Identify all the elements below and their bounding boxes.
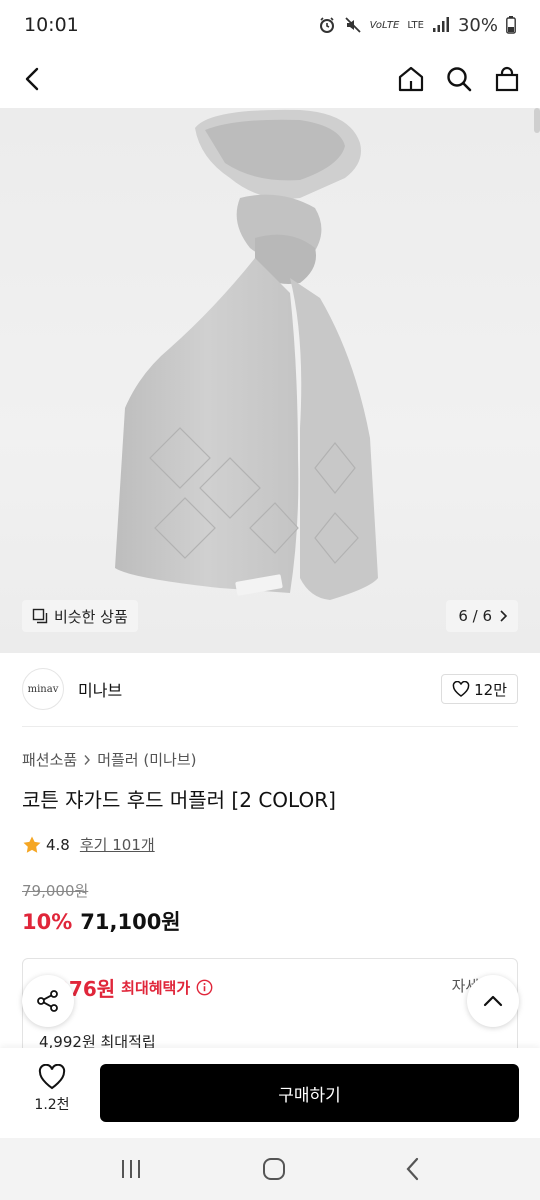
volte-icon: VoLTE <box>369 19 400 31</box>
share-button[interactable] <box>22 975 74 1027</box>
breadcrumb: 패션소품 머플러 (미나브) <box>22 749 196 770</box>
scarf-product-image <box>115 109 378 600</box>
benefit-label: 최대혜택가 <box>121 979 191 997</box>
breadcrumb-category[interactable]: 패션소품 <box>22 749 77 770</box>
benefit-box: 076원 최대혜택가 자세히 4,992원 최대적립 <box>22 958 518 1058</box>
copy-icon <box>32 608 48 624</box>
like-count: 12만 <box>474 680 507 699</box>
share-icon <box>37 990 58 1012</box>
price-row: 10% 71,100원 <box>22 906 181 936</box>
brand-row[interactable]: minav 미나브 12만 <box>22 666 518 712</box>
chevron-up-icon <box>483 995 503 1007</box>
system-navigation-bar <box>0 1138 540 1200</box>
bottom-purchase-bar: 1.2천 구매하기 <box>0 1048 540 1138</box>
sale-price: 71,100원 <box>80 910 181 934</box>
search-button[interactable] <box>444 64 474 94</box>
discount-rate: 10% <box>22 910 73 934</box>
chevron-right-icon <box>500 610 508 622</box>
similar-products-button[interactable]: 비슷한 상품 <box>22 600 138 632</box>
recent-apps-icon[interactable] <box>119 1158 143 1180</box>
shopping-bag-icon <box>495 66 519 92</box>
rating-value: 4.8 <box>46 835 70 854</box>
status-bar: 10:01 VoLTE LTE 30% <box>0 0 540 50</box>
alarm-icon <box>319 17 334 33</box>
system-back-icon[interactable] <box>405 1157 421 1181</box>
product-page: 10:01 VoLTE LTE 30% 비슷한 상품 6 / 6 minav 미… <box>0 0 540 1200</box>
mute-icon <box>345 17 361 33</box>
product-title: 코튼 쟈가드 후드 머플러 [2 COLOR] <box>22 788 336 812</box>
rating-row: 4.8 후기 101개 <box>22 834 155 855</box>
home-icon <box>398 66 424 92</box>
home-circle-icon[interactable] <box>262 1157 286 1181</box>
search-icon <box>447 67 472 92</box>
image-counter: 6 / 6 <box>458 607 492 625</box>
signal-icon <box>432 17 449 32</box>
like-button[interactable]: 12만 <box>441 674 518 704</box>
image-counter-button[interactable]: 6 / 6 <box>446 600 518 632</box>
original-price: 79,000원 <box>22 882 89 900</box>
battery-icon <box>506 16 516 34</box>
star-icon <box>23 836 41 853</box>
breadcrumb-subcategory[interactable]: 머플러 (미나브) <box>97 749 196 770</box>
back-arrow-icon <box>25 67 39 91</box>
wishlist-button[interactable]: 1.2천 <box>22 1064 82 1114</box>
cart-button[interactable] <box>492 64 522 94</box>
battery-percent: 30% <box>457 14 498 36</box>
scroll-indicator <box>534 108 540 133</box>
divider <box>22 726 518 727</box>
heart-icon <box>452 681 470 697</box>
wishlist-count: 1.2천 <box>34 1097 70 1113</box>
reviews-link[interactable]: 후기 101개 <box>80 834 155 855</box>
info-icon[interactable] <box>196 979 213 996</box>
brand-logo[interactable]: minav <box>22 668 64 710</box>
buy-button[interactable]: 구매하기 <box>100 1064 519 1122</box>
status-icons: VoLTE LTE 30% <box>318 15 516 36</box>
nav-actions <box>396 64 522 94</box>
top-nav <box>0 50 540 108</box>
benefit-price: 076원 최대혜택가 <box>55 973 213 1002</box>
chevron-right-icon <box>84 754 91 765</box>
brand-name[interactable]: 미나브 <box>78 677 122 701</box>
scroll-top-button[interactable] <box>467 975 519 1027</box>
network-type: LTE <box>407 19 424 31</box>
heart-icon <box>38 1064 66 1090</box>
home-button[interactable] <box>396 64 426 94</box>
product-image-gallery[interactable]: 비슷한 상품 6 / 6 <box>0 108 540 653</box>
back-button[interactable] <box>18 64 48 94</box>
similar-products-label: 비슷한 상품 <box>54 607 128 626</box>
status-time: 10:01 <box>24 14 79 36</box>
